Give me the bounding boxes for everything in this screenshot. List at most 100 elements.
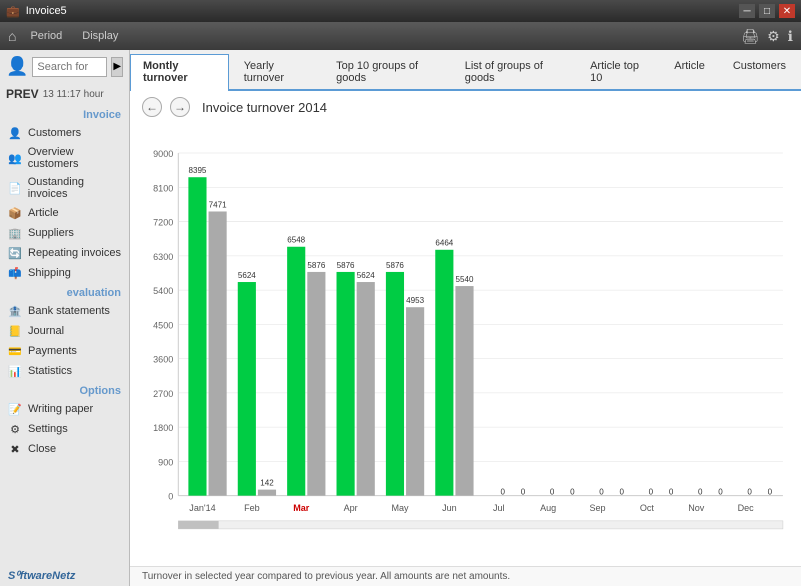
svg-text:Aug: Aug — [540, 503, 556, 513]
tab-article[interactable]: Article — [661, 54, 718, 89]
sidebar-item-outstanding[interactable]: 📄 Oustanding invoices — [0, 173, 129, 203]
outstanding-label: Oustanding invoices — [28, 176, 121, 200]
bar-feb-prev — [258, 490, 276, 496]
logo-text: S⁰ftwareNetz — [8, 570, 75, 582]
tab-list-groups[interactable]: List of groups of goods — [452, 54, 575, 89]
tab-top10-groups[interactable]: Top 10 groups of goods — [323, 54, 450, 89]
invoice-section-header: Invoice — [0, 105, 129, 123]
svg-text:142: 142 — [260, 479, 274, 488]
tab-article-top10[interactable]: Article top 10 — [577, 54, 659, 89]
svg-text:9000: 9000 — [153, 149, 173, 159]
home-icon[interactable]: ⌂ — [8, 28, 16, 44]
sidebar-item-suppliers[interactable]: 🏢 Suppliers — [0, 223, 129, 243]
settings-icon[interactable]: ⚙ — [767, 28, 780, 45]
bar-jan-current — [188, 177, 206, 495]
maximize-button[interactable]: □ — [759, 4, 775, 18]
svg-text:Dec: Dec — [738, 503, 755, 513]
settings-sidebar-icon: ⚙ — [8, 422, 22, 436]
writing-label: Writing paper — [28, 403, 93, 415]
close-sidebar-icon: ✖ — [8, 442, 22, 456]
minimize-button[interactable]: ─ — [739, 4, 755, 18]
svg-text:3600: 3600 — [153, 355, 173, 365]
svg-text:8100: 8100 — [153, 183, 173, 193]
bar-jun-prev — [455, 286, 473, 496]
bar-chart: 9000 8100 7200 6300 5400 4500 3600 — [138, 123, 793, 566]
title-bar: 💼 Invoice5 ─ □ ✕ — [0, 0, 801, 22]
svg-text:4953: 4953 — [406, 296, 424, 305]
repeating-label: Repeating invoices — [28, 247, 121, 259]
svg-text:8395: 8395 — [189, 166, 207, 175]
bar-jan-prev — [209, 211, 227, 495]
article-icon: 📦 — [8, 206, 22, 220]
prev-arrow[interactable]: ← — [142, 97, 162, 117]
search-input[interactable] — [32, 57, 107, 77]
svg-text:5876: 5876 — [386, 261, 404, 270]
content-area: Montly turnover Yearly turnover Top 10 g… — [130, 50, 801, 586]
search-button[interactable]: ▶ — [111, 57, 123, 77]
chart-area: 9000 8100 7200 6300 5400 4500 3600 — [130, 123, 801, 566]
options-section-header: Options — [0, 381, 129, 399]
svg-text:0: 0 — [698, 488, 703, 497]
bank-icon: 🏦 — [8, 304, 22, 318]
repeating-icon: 🔄 — [8, 246, 22, 260]
bank-label: Bank statements — [28, 305, 110, 317]
bar-mar-current — [287, 247, 305, 496]
svg-text:0: 0 — [599, 488, 604, 497]
svg-text:Jan'14: Jan'14 — [189, 503, 215, 513]
sidebar-item-article[interactable]: 📦 Article — [0, 203, 129, 223]
sidebar-item-settings[interactable]: ⚙ Settings — [0, 419, 129, 439]
tab-bar: Montly turnover Yearly turnover Top 10 g… — [130, 50, 801, 91]
evaluation-section-header: evaluation — [0, 283, 129, 301]
svg-text:5400: 5400 — [153, 286, 173, 296]
user-icon: 👤 — [6, 56, 28, 77]
sidebar-item-repeating[interactable]: 🔄 Repeating invoices — [0, 243, 129, 263]
overview-label: Overview customers — [28, 146, 121, 170]
suppliers-icon: 🏢 — [8, 226, 22, 240]
next-arrow[interactable]: → — [170, 97, 190, 117]
journal-label: Journal — [28, 325, 64, 337]
svg-text:Feb: Feb — [244, 503, 260, 513]
svg-text:0: 0 — [168, 492, 173, 502]
svg-text:0: 0 — [669, 488, 674, 497]
chart-title: Invoice turnover 2014 — [202, 100, 327, 115]
svg-text:5876: 5876 — [337, 261, 355, 270]
customers-icon: 👤 — [8, 126, 22, 140]
sidebar-item-close[interactable]: ✖ Close — [0, 439, 129, 459]
article-label: Article — [28, 207, 59, 219]
svg-text:Sep: Sep — [589, 503, 605, 513]
sidebar-item-bank[interactable]: 🏦 Bank statements — [0, 301, 129, 321]
toolbar: ⌂ Period Display 🖨 ⚙ ℹ — [0, 22, 801, 50]
statistics-label: Statistics — [28, 365, 72, 377]
svg-text:0: 0 — [501, 488, 506, 497]
bar-may-prev — [406, 307, 424, 495]
sidebar-item-shipping[interactable]: 📫 Shipping — [0, 263, 129, 283]
prev-section: PREV 13 11:17 hour — [0, 83, 129, 105]
svg-text:0: 0 — [619, 488, 624, 497]
period-button[interactable]: Period — [24, 28, 68, 44]
sidebar-item-journal[interactable]: 📒 Journal — [0, 321, 129, 341]
info-icon[interactable]: ℹ — [788, 28, 793, 45]
statistics-icon: 📊 — [8, 364, 22, 378]
sidebar-item-customers[interactable]: 👤 Customers — [0, 123, 129, 143]
overview-icon: 👥 — [8, 151, 22, 165]
close-button[interactable]: ✕ — [779, 4, 795, 18]
svg-text:5624: 5624 — [357, 271, 375, 280]
display-button[interactable]: Display — [76, 28, 124, 44]
bar-may-current — [386, 272, 404, 496]
sidebar-item-overview-customers[interactable]: 👥 Overview customers — [0, 143, 129, 173]
tab-monthly-turnover[interactable]: Montly turnover — [130, 54, 229, 91]
print-icon[interactable]: 🖨 — [741, 28, 759, 45]
svg-text:Jul: Jul — [493, 503, 505, 513]
journal-icon: 📒 — [8, 324, 22, 338]
sidebar-item-statistics[interactable]: 📊 Statistics — [0, 361, 129, 381]
customers-label: Customers — [28, 127, 81, 139]
footer-text: Turnover in selected year compared to pr… — [142, 571, 510, 582]
sidebar-item-payments[interactable]: 💳 Payments — [0, 341, 129, 361]
svg-text:6300: 6300 — [153, 252, 173, 262]
svg-text:0: 0 — [521, 488, 526, 497]
tab-yearly-turnover[interactable]: Yearly turnover — [231, 54, 321, 89]
svg-text:Mar: Mar — [293, 503, 310, 513]
tab-customers[interactable]: Customers — [720, 54, 799, 89]
app-title: Invoice5 — [26, 5, 67, 17]
sidebar-item-writing-paper[interactable]: 📝 Writing paper — [0, 399, 129, 419]
